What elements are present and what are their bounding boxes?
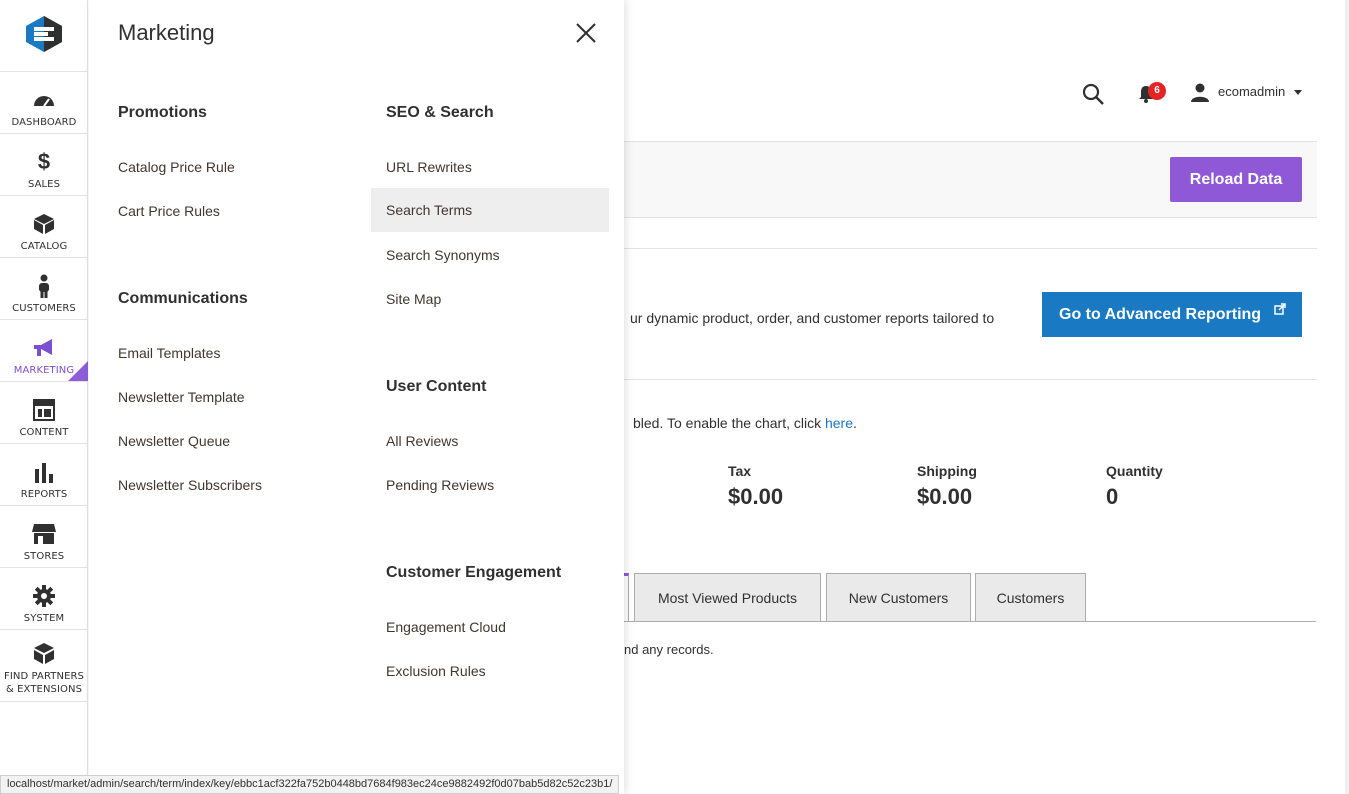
browser-status-url: localhost/market/admin/search/term/index… (0, 775, 620, 794)
marketing-flyout-menu: Marketing Promotions Catalog Price Rule … (89, 0, 624, 794)
stat-tax-value: $0.00 (728, 484, 784, 509)
person-icon (39, 274, 49, 298)
sidebar-item-label: SYSTEM (23, 613, 65, 624)
menu-item-url-rewrites[interactable]: URL Rewrites (386, 145, 472, 189)
gear-icon (33, 585, 55, 607)
store-icon (32, 524, 56, 544)
tabs-divider (624, 621, 1316, 622)
menu-item-search-synonyms[interactable]: Search Synonyms (386, 233, 500, 277)
sidebar-item-catalog[interactable]: CATALOG (0, 195, 88, 257)
menu-item-newsletter-template[interactable]: Newsletter Template (118, 375, 245, 419)
box-icon (34, 214, 54, 234)
flyout-title: Marketing (118, 20, 215, 45)
sidebar-divider (0, 701, 88, 702)
user-icon[interactable] (1190, 82, 1210, 102)
sidebar-item-label: REPORTS (20, 489, 68, 500)
menu-item-cart-price-rules[interactable]: Cart Price Rules (118, 189, 220, 233)
divider (624, 248, 1317, 249)
tab-new-customers[interactable]: New Customers (826, 573, 971, 622)
sidebar-item-label: FIND PARTNERS & EXTENSIONS (0, 670, 88, 696)
sidebar-item-label-line2: & EXTENSIONS (5, 684, 83, 695)
menu-item-newsletter-queue[interactable]: Newsletter Queue (118, 419, 230, 463)
divider (624, 379, 1317, 380)
advanced-reporting-button-label: Go to Advanced Reporting (1059, 305, 1262, 323)
sidebar-item-stores[interactable]: STORES (0, 505, 88, 567)
sidebar-item-content[interactable]: CONTENT (0, 381, 88, 443)
sidebar-item-label: CUSTOMERS (12, 303, 76, 314)
store-logo-icon[interactable] (24, 16, 64, 52)
sidebar-item-label-line1: FIND PARTNERS (3, 671, 85, 682)
sidebar-item-label: CONTENT (19, 427, 69, 438)
notification-count-badge[interactable]: 6 (1148, 82, 1166, 100)
bar-chart-icon (35, 463, 53, 483)
section-title-communications: Communications (118, 290, 248, 307)
sidebar-item-customers[interactable]: CUSTOMERS (0, 257, 88, 319)
stat-shipping-label: Shipping (917, 463, 977, 479)
chart-message-text: bled. To enable the chart, click (633, 415, 825, 431)
menu-item-exclusion-rules[interactable]: Exclusion Rules (386, 649, 486, 693)
sidebar-item-reports[interactable]: REPORTS (0, 443, 88, 505)
sidebar-item-system[interactable]: SYSTEM (0, 567, 88, 629)
chart-disabled-message: bled. To enable the chart, click here. (633, 415, 857, 431)
sidebar-item-dashboard[interactable]: DASHBOARD (0, 71, 88, 133)
advanced-reporting-button[interactable]: Go to Advanced Reporting (1042, 292, 1302, 337)
menu-item-pending-reviews[interactable]: Pending Reviews (386, 463, 494, 507)
chevron-down-icon[interactable] (1294, 90, 1302, 95)
layout-icon (33, 399, 55, 421)
user-menu[interactable]: ecomadmin (1218, 84, 1285, 99)
stat-quantity-value: 0 (1106, 484, 1119, 509)
menu-item-newsletter-subscribers[interactable]: Newsletter Subscribers (118, 463, 262, 507)
scrollbar[interactable] (1345, 0, 1349, 794)
advanced-reporting-description: ur dynamic product, order, and customer … (630, 310, 995, 326)
megaphone-icon (34, 339, 52, 356)
menu-item-email-templates[interactable]: Email Templates (118, 331, 220, 375)
active-indicator (68, 361, 88, 381)
sidebar-item-find-partners[interactable]: FIND PARTNERS & EXTENSIONS (0, 629, 88, 701)
menu-item-site-map[interactable]: Site Map (386, 277, 441, 321)
section-title-customer-engagement: Customer Engagement (386, 564, 562, 581)
stat-shipping-value: $0.00 (917, 484, 973, 509)
close-icon[interactable] (575, 22, 597, 44)
dashboard-icon (34, 96, 54, 107)
grid-empty-message: nd any records. (624, 642, 714, 657)
menu-item-engagement-cloud[interactable]: Engagement Cloud (386, 605, 506, 649)
admin-sidebar: DASHBOARD $ SALES CATALOG CUSTOMERS MARK… (0, 0, 88, 794)
enable-chart-link[interactable]: here (825, 415, 853, 431)
menu-item-all-reviews[interactable]: All Reviews (386, 419, 458, 463)
tab-customers[interactable]: Customers (975, 573, 1086, 622)
section-title-user-content: User Content (386, 378, 487, 395)
section-title-seo-search: SEO & Search (386, 104, 494, 121)
chart-message-suffix: . (853, 415, 857, 431)
dollar-icon: $ (37, 149, 51, 174)
section-title-promotions: Promotions (118, 104, 207, 121)
sidebar-item-label: CATALOG (20, 241, 68, 252)
stat-quantity-label: Quantity (1106, 463, 1163, 479)
reload-data-button[interactable]: Reload Data (1170, 157, 1302, 202)
stat-tax-label: Tax (728, 463, 752, 479)
sidebar-item-label: STORES (23, 551, 65, 562)
sidebar-item-sales[interactable]: $ SALES (0, 133, 88, 195)
external-link-icon (1274, 303, 1286, 315)
sidebar-item-marketing[interactable]: MARKETING (0, 319, 88, 381)
extensions-icon (34, 643, 54, 664)
tab-active-partial[interactable] (624, 573, 629, 622)
sidebar-item-label: SALES (27, 179, 61, 190)
menu-item-search-terms[interactable]: Search Terms (371, 188, 609, 232)
tab-most-viewed-products[interactable]: Most Viewed Products (634, 573, 821, 622)
search-icon[interactable] (1082, 83, 1104, 105)
menu-item-catalog-price-rule[interactable]: Catalog Price Rule (118, 145, 235, 189)
sidebar-item-label: DASHBOARD (11, 117, 77, 128)
